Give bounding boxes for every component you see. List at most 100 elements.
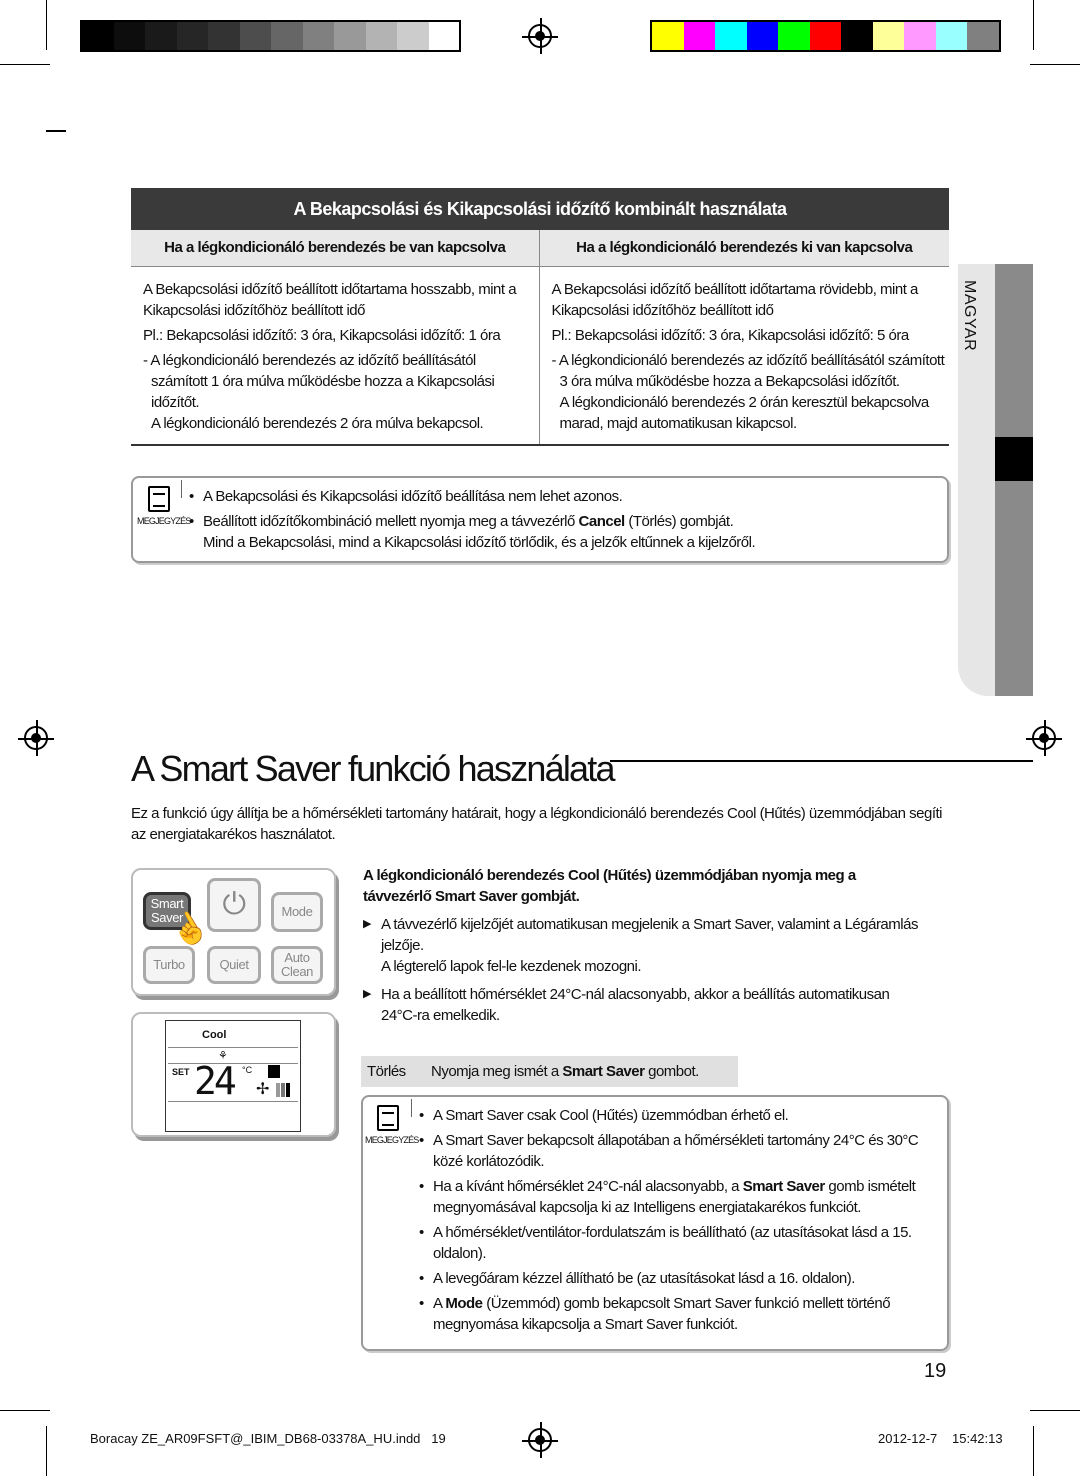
text: Pl.: Bekapcsolási időzítő: 3 óra, Kikapc… <box>143 326 501 344</box>
color-swatch <box>683 22 715 50</box>
crop-mark <box>1030 1410 1080 1411</box>
color-swatch <box>397 22 429 50</box>
remote-display-panel: Cool ⚘ SET 24 °C ✢ <box>131 1012 336 1137</box>
crop-mark <box>1033 1426 1034 1476</box>
timer-section-title: A Bekapcsolási és Kikapcsolási időzítő k… <box>131 188 949 230</box>
note-icon: MEGJEGYZÉS <box>365 1105 419 1145</box>
color-swatch <box>809 22 841 50</box>
color-swatch <box>239 22 271 50</box>
note-item: A hőmérséklet/ventilátor-fordulatszám is… <box>419 1222 939 1264</box>
smart-saver-note-box: MEGJEGYZÉS A Smart Saver csak Cool (Hűté… <box>361 1095 949 1351</box>
text: A légkondicionáló berendezés 2 óra múlva… <box>151 414 484 432</box>
color-swatch <box>967 22 999 50</box>
color-swatch <box>334 22 366 50</box>
step-item: Ha a beállított hőmérséklet 24°C-nál ala… <box>363 984 923 1026</box>
title-rule <box>610 760 1033 762</box>
timer-table: Ha a légkondicionáló berendezés be van k… <box>131 230 949 446</box>
cancel-text: gombot. <box>644 1063 699 1080</box>
color-swatch <box>652 22 684 50</box>
text: - A légkondicionáló berendezés az időzít… <box>143 351 495 411</box>
text: A Bekapcsolási időzítő beállított időtar… <box>143 280 517 319</box>
side-tab-label: MAGYAR <box>961 280 978 352</box>
color-bar <box>650 20 1001 52</box>
cancel-label: Törlés <box>367 1063 406 1080</box>
instruction-line: távvezérlő Smart Saver gombját. <box>363 888 580 905</box>
note-icon-label: MEGJEGYZÉS <box>365 1135 419 1145</box>
crop-mark <box>46 1426 47 1476</box>
crop-mark <box>46 0 47 50</box>
color-swatch <box>715 22 747 50</box>
color-swatch <box>872 22 904 50</box>
note-item: A Smart Saver csak Cool (Hűtés) üzemmódb… <box>419 1105 939 1126</box>
intro-text: Ez a funkció úgy állítja be a hőmérsékle… <box>131 805 943 843</box>
text: Pl.: Bekapcsolási időzítő: 3 óra, Kikapc… <box>551 326 910 344</box>
color-swatch <box>302 22 334 50</box>
color-swatch <box>841 22 873 50</box>
note-item: Ha a kívánt hőmérséklet 24°C-nál alacson… <box>419 1176 939 1218</box>
step-list: A távvezérlő kijelzőjét automatikusan me… <box>363 914 923 1026</box>
registration-mark-icon <box>18 720 54 756</box>
color-swatch <box>82 22 114 50</box>
color-swatch <box>271 22 303 50</box>
section-dash <box>46 130 66 132</box>
footer-date: 2012-12-7 <box>878 1431 938 1446</box>
text: A Bekapcsolási időzítő beállított időtar… <box>551 280 919 319</box>
quiet-button[interactable]: Quiet <box>207 946 261 984</box>
registration-mark-icon <box>522 18 558 54</box>
color-swatch <box>428 22 459 50</box>
color-swatch <box>778 22 810 50</box>
side-tab-marker <box>995 437 1033 481</box>
column-header-off: Ha a légkondicionáló berendezés ki van k… <box>576 239 913 257</box>
cancel-bold: Smart Saver <box>562 1063 645 1080</box>
registration-mark-icon <box>1026 720 1062 756</box>
note-item: A Bekapcsolási és Kikapcsolási időzítő b… <box>189 486 939 507</box>
text: - A légkondicionáló berendezés az időzít… <box>551 351 945 390</box>
footer-file: Boracay ZE_AR09FSFT@_IBIM_DB68-03378A_HU… <box>90 1431 446 1446</box>
color-swatch <box>746 22 778 50</box>
page-number: 19 <box>924 1360 947 1382</box>
cancel-text: Nyomja meg ismét a <box>431 1063 563 1080</box>
text: A légkondicionáló berendezés 2 órán kere… <box>559 393 930 432</box>
cancel-bar: Törlés Nyomja meg ismét a Smart Saver gom… <box>361 1056 738 1087</box>
crop-mark <box>1030 64 1080 65</box>
column-off-body: A Bekapcsolási időzítő beállított időtar… <box>539 266 949 445</box>
note-icon: MEGJEGYZÉS <box>137 486 191 526</box>
crop-mark <box>1033 0 1034 50</box>
note-item: A Smart Saver bekapcsolt állapotában a h… <box>419 1130 939 1172</box>
column-header-on: Ha a légkondicionáló berendezés be van k… <box>131 230 540 266</box>
airflow-icon <box>268 1065 280 1078</box>
remote-button-panel: Smart Saver ⏻ Mode Turbo Quiet Auto Clea… <box>131 868 336 996</box>
display-unit: °C <box>242 1065 253 1075</box>
instruction-line: A légkondicionáló berendezés Cool (Hűtés… <box>363 867 856 884</box>
fan-speed-icon <box>276 1083 290 1097</box>
display-mode: Cool <box>202 1029 227 1041</box>
fan-icon: ✢ <box>256 1081 270 1098</box>
footer-time: 15:42:13 <box>952 1431 1003 1446</box>
color-swatch <box>904 22 936 50</box>
color-swatch <box>935 22 967 50</box>
registration-mark-icon <box>522 1422 558 1458</box>
note-item: A levegőáram kézzel állítható be (az uta… <box>419 1268 939 1289</box>
column-on-body: A Bekapcsolási időzítő beállított időtar… <box>131 266 540 445</box>
note-item: Beállított időzítőkombináció mellett nyo… <box>189 511 939 553</box>
mode-button[interactable]: Mode <box>271 892 323 932</box>
turbo-button[interactable]: Turbo <box>143 946 195 984</box>
instruction: A légkondicionáló berendezés Cool (Hűtés… <box>363 865 923 907</box>
note-icon-label: MEGJEGYZÉS <box>137 516 191 526</box>
power-button[interactable]: ⏻ <box>207 878 261 932</box>
display-set: SET <box>172 1067 190 1077</box>
color-swatch <box>113 22 145 50</box>
color-swatch <box>176 22 208 50</box>
step-item: A távvezérlő kijelzőjét automatikusan me… <box>363 914 923 977</box>
color-swatch <box>208 22 240 50</box>
timer-note-box: MEGJEGYZÉS A Bekapcsolási és Kikapcsolás… <box>131 476 949 563</box>
color-swatch <box>145 22 177 50</box>
grayscale-color-bar <box>80 20 461 52</box>
page-title: A Smart Saver funkció használata <box>131 748 615 789</box>
note-item: A Mode (Üzemmód) gomb bekapcsolt Smart S… <box>419 1293 939 1335</box>
display-temperature: 24 <box>194 1059 237 1103</box>
auto-clean-button[interactable]: Auto Clean <box>271 946 323 984</box>
crop-mark <box>0 64 50 65</box>
color-swatch <box>365 22 397 50</box>
crop-mark <box>0 1410 50 1411</box>
